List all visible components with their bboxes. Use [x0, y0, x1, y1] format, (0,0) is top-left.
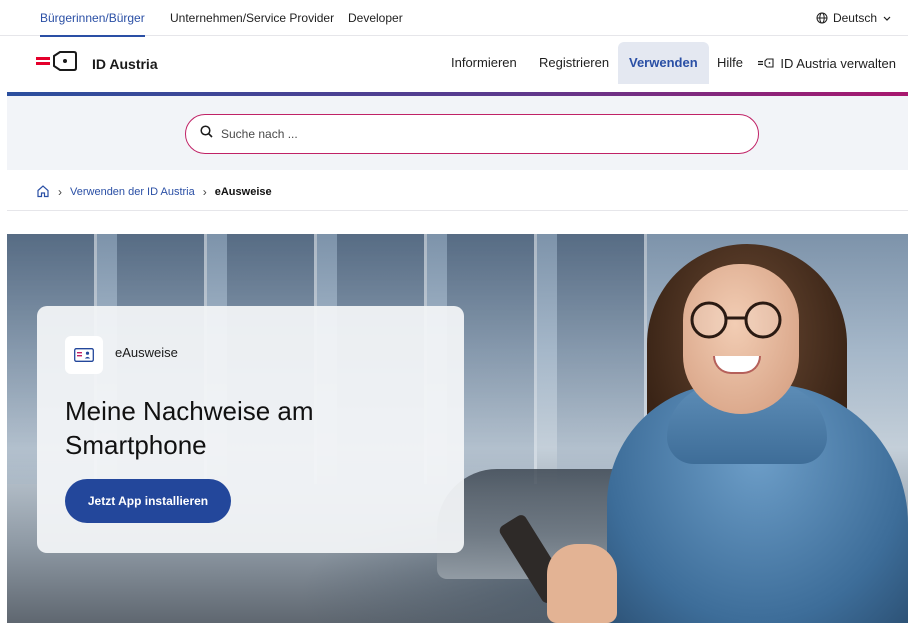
install-app-button[interactable]: Jetzt App installieren — [65, 479, 231, 523]
logo-link[interactable]: ID Austria — [36, 50, 158, 77]
main-header: ID Austria Informieren Registrieren Verw… — [0, 36, 908, 90]
audience-tab-buerger[interactable]: Bürgerinnen/Bürger — [40, 0, 145, 37]
nav-informieren[interactable]: Informieren — [440, 42, 528, 84]
audience-tab-developer[interactable]: Developer — [348, 0, 403, 36]
breadcrumb-divider — [7, 210, 908, 211]
key-icon — [758, 56, 774, 71]
chevron-down-icon — [882, 13, 892, 23]
search-input[interactable] — [221, 127, 701, 141]
hero-card: eAusweise Meine Nachweise am Smartphone … — [37, 306, 464, 553]
search-box[interactable] — [185, 114, 759, 154]
globe-icon — [816, 12, 828, 24]
chevron-right-icon: › — [202, 185, 207, 199]
search-section — [7, 96, 908, 170]
breadcrumb: › Verwenden der ID Austria › eAusweise — [36, 180, 272, 204]
id-card-icon — [65, 336, 103, 374]
hero-section: eAusweise Meine Nachweise am Smartphone … — [7, 234, 908, 623]
hero-title: Meine Nachweise am Smartphone — [65, 396, 314, 460]
language-selector[interactable]: Deutsch — [816, 0, 892, 36]
language-label: Deutsch — [832, 11, 877, 25]
hero-badge-label: eAusweise — [115, 345, 178, 360]
breadcrumb-link-verwenden[interactable]: Verwenden der ID Austria — [70, 186, 195, 198]
breadcrumb-current: eAusweise — [214, 186, 272, 198]
nav-verwenden[interactable]: Verwenden — [618, 42, 709, 84]
home-icon[interactable] — [36, 184, 50, 201]
chevron-right-icon: › — [58, 185, 62, 199]
nav-registrieren[interactable]: Registrieren — [528, 42, 620, 84]
id-austria-logo-icon — [36, 50, 78, 77]
audience-bar: Bürgerinnen/Bürger Unternehmen/Service P… — [0, 0, 908, 37]
search-icon — [200, 125, 213, 143]
manage-label: ID Austria verwalten — [780, 55, 896, 71]
logo-title: ID Austria — [92, 55, 158, 72]
nav-hilfe[interactable]: Hilfe — [706, 42, 754, 84]
manage-id-austria-link[interactable]: ID Austria verwalten — [758, 42, 896, 84]
audience-tab-unternehmen[interactable]: Unternehmen/Service Provider — [170, 0, 334, 36]
